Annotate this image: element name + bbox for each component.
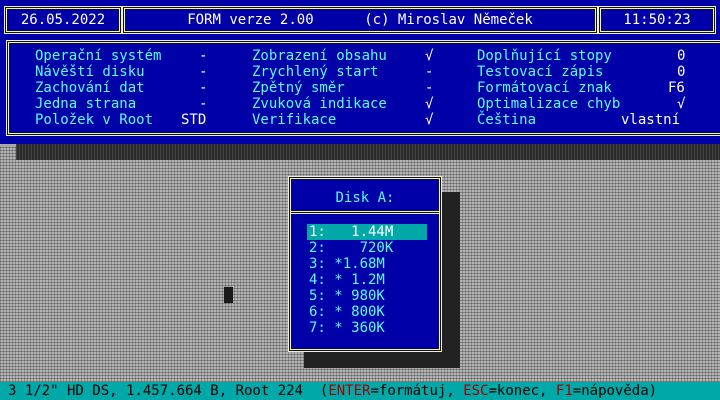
setting-label[interactable]: Verifikace (252, 112, 336, 128)
setting-value: F6 (668, 80, 685, 96)
setting-label[interactable]: Doplňující stopy (477, 48, 612, 64)
setting-value: 0 (677, 48, 686, 64)
setting-label[interactable]: Návěští disku (35, 64, 145, 80)
setting-value: √ (425, 112, 434, 128)
setting-value: vlastní (621, 112, 681, 128)
format-option[interactable]: 6: * 800K (307, 304, 427, 320)
format-option[interactable]: 4: * 1.2M (307, 272, 427, 288)
dialog-title: Disk A: (335, 190, 395, 206)
header-panel: 26.05.2022 FORM verze 2.00 (c) Miroslav … (0, 0, 720, 144)
setting-value: - (199, 64, 208, 80)
app-title: FORM verze 2.00 (187, 12, 314, 28)
date-box: 26.05.2022 (4, 6, 122, 34)
setting-value: - (425, 64, 434, 80)
setting-label[interactable]: Testovací zápis (477, 64, 603, 80)
f1-action: =nápověda) (572, 383, 658, 399)
settings-panel: Operační systém - Návěští disku - Zachov… (6, 40, 720, 136)
format-option[interactable]: 2: 720K (307, 240, 427, 256)
setting-value: √ (425, 96, 434, 112)
f1-key-hint[interactable]: F1 (556, 383, 573, 399)
format-option[interactable]: 3: *1.68M (307, 256, 427, 272)
setting-value: √ (677, 96, 686, 112)
setting-label[interactable]: Zvuková indikace (252, 96, 387, 112)
setting-value: - (199, 96, 208, 112)
esc-action: =konec, (488, 383, 556, 399)
setting-label[interactable]: Zrychlený start (252, 64, 378, 80)
setting-label[interactable]: Jedna strana (35, 96, 136, 112)
setting-value: - (199, 48, 208, 64)
dialog-divider (291, 211, 439, 214)
setting-value: STD (181, 112, 207, 128)
setting-label[interactable]: Zpětný směr (252, 80, 345, 96)
date-display: 26.05.2022 (20, 12, 106, 28)
format-option[interactable]: 7: * 360K (307, 320, 427, 336)
esc-key-hint[interactable]: ESC (463, 383, 488, 399)
format-option[interactable]: 1: 1.44M (307, 224, 427, 240)
setting-value: - (199, 80, 208, 96)
setting-value: - (425, 80, 434, 96)
setting-value: 0 (677, 64, 686, 80)
setting-label[interactable]: Položek v Root (35, 112, 153, 128)
setting-label[interactable]: Optimalizace chyb (477, 96, 620, 112)
title-box: FORM verze 2.00 (c) Miroslav Němeček (122, 6, 598, 34)
disk-dialog: Disk A: 1: 1.44M 2: 720K 3: *1.68M 4: * … (288, 176, 442, 352)
copyright-text: (c) Miroslav Němeček (364, 12, 533, 28)
setting-label[interactable]: Operační systém (35, 48, 161, 64)
setting-value: √ (425, 48, 434, 64)
disk-info: 3 1/2" HD DS, 1.457.664 B, Root 224 (8, 383, 304, 399)
enter-key-hint[interactable]: ENTER (328, 383, 370, 399)
enter-action: =formátuj, (370, 383, 464, 399)
status-bar: 3 1/2" HD DS, 1.457.664 B, Root 224 (ENT… (0, 382, 720, 400)
setting-label[interactable]: Formátovací znak (477, 80, 612, 96)
setting-label[interactable]: Zachování dat (35, 80, 145, 96)
header-shadow (16, 144, 720, 160)
time-box: 11:50:23 (598, 6, 716, 34)
format-option[interactable]: 5: * 980K (307, 288, 427, 304)
time-display: 11:50:23 (623, 12, 691, 28)
setting-label[interactable]: Čeština (477, 112, 536, 128)
setting-label[interactable]: Zobrazení obsahu (252, 48, 387, 64)
mouse-cursor (224, 287, 233, 303)
